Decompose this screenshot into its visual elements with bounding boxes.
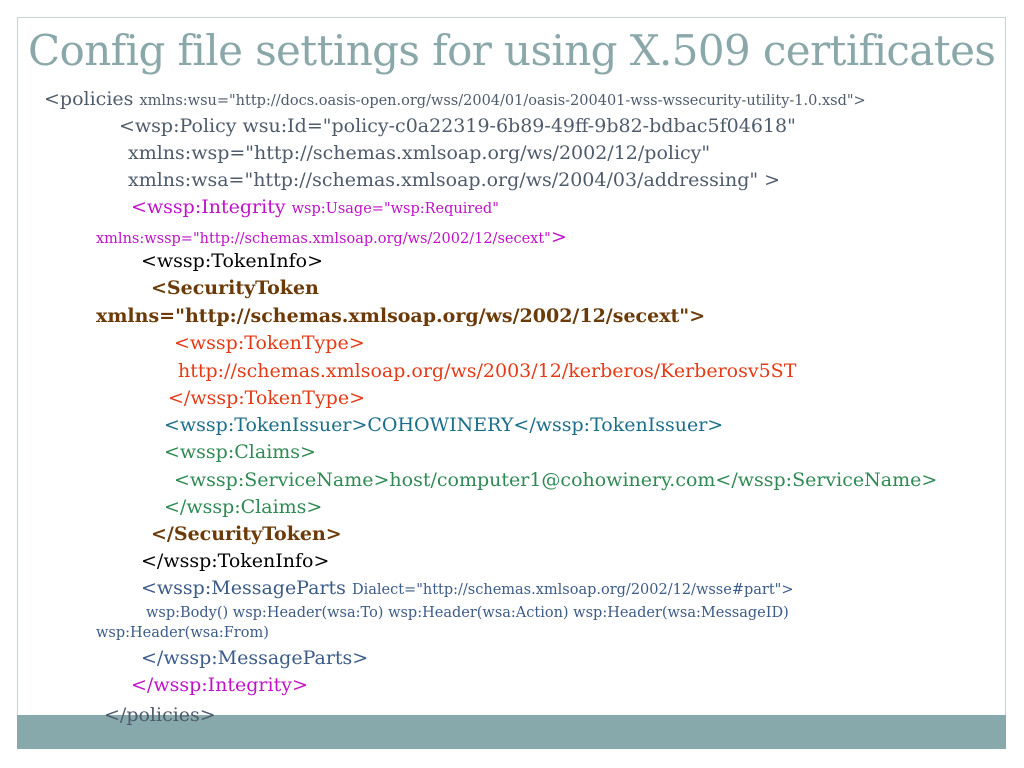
slide-title: Config file settings for using X.509 cer… [28, 26, 996, 75]
code-line-tokentype-close: </wssp:TokenType> [168, 387, 366, 409]
integrity-usage-attr: wsp:Usage="wsp:Required" [291, 201, 499, 217]
code-line-policy-id: <wsp:Policy wsu:Id="policy-c0a22319-6b89… [119, 115, 796, 137]
policies-namespace-attr: xmlns:wsu="http://docs.oasis-open.org/ws… [139, 93, 866, 109]
code-line-messageparts-close: </wssp:MessageParts> [141, 647, 369, 669]
messageparts-open-tag: <wssp:MessageParts [141, 577, 346, 599]
code-line-policy-xmlns-wsp: xmlns:wsp="http://schemas.xmlsoap.org/ws… [128, 142, 711, 164]
code-line-messageparts-body: wsp:Body() wsp:Header(wsa:To) wsp:Header… [146, 605, 789, 621]
code-line-tokenissuer: <wssp:TokenIssuer>COHOWINERY</wssp:Token… [164, 414, 724, 436]
code-line-policies-open: <policies xmlns:wsu="http://docs.oasis-o… [44, 88, 866, 111]
policies-open-tag: <policies [44, 88, 134, 110]
code-line-claims-open: <wssp:Claims> [164, 441, 316, 463]
code-line-securitytoken-xmlns: xmlns="http://schemas.xmlsoap.org/ws/200… [96, 305, 706, 327]
code-line-tokeninfo-open: <wssp:TokenInfo> [141, 250, 324, 272]
code-line-policies-close: </policies> [104, 704, 216, 726]
code-line-tokentype-value: http://schemas.xmlsoap.org/ws/2003/12/ke… [178, 360, 797, 382]
code-line-integrity-xmlns: xmlns:wssp="http://schemas.xmlsoap.org/w… [96, 226, 567, 249]
slide: Config file settings for using X.509 cer… [0, 0, 1024, 768]
messageparts-dialect-attr: Dialect="http://schemas.xmlsoap.org/2002… [351, 582, 794, 598]
integrity-open-tag: <wssp:Integrity [131, 196, 286, 218]
code-line-tokentype-open: <wssp:TokenType> [174, 332, 365, 354]
code-line-securitytoken-close: </SecurityToken> [151, 523, 342, 545]
code-line-servicename: <wssp:ServiceName>host/computer1@cohowin… [174, 469, 938, 491]
integrity-open-end: > [550, 226, 567, 248]
code-line-messageparts-open: <wssp:MessageParts Dialect="http://schem… [141, 577, 794, 600]
code-line-claims-close: </wssp:Claims> [164, 496, 323, 518]
code-line-tokeninfo-close: </wssp:TokenInfo> [141, 550, 330, 572]
code-line-integrity-close: </wssp:Integrity> [131, 674, 308, 696]
code-line-policy-xmlns-wsa: xmlns:wsa="http://schemas.xmlsoap.org/ws… [128, 169, 781, 191]
code-line-messageparts-body-cont: wsp:Header(wsa:From) [96, 625, 269, 641]
code-line-securitytoken-open: <SecurityToken [151, 277, 319, 299]
code-line-integrity-open: <wssp:Integrity wsp:Usage="wsp:Required" [131, 196, 499, 219]
integrity-xmlns-attr: xmlns:wssp="http://schemas.xmlsoap.org/w… [96, 231, 551, 247]
